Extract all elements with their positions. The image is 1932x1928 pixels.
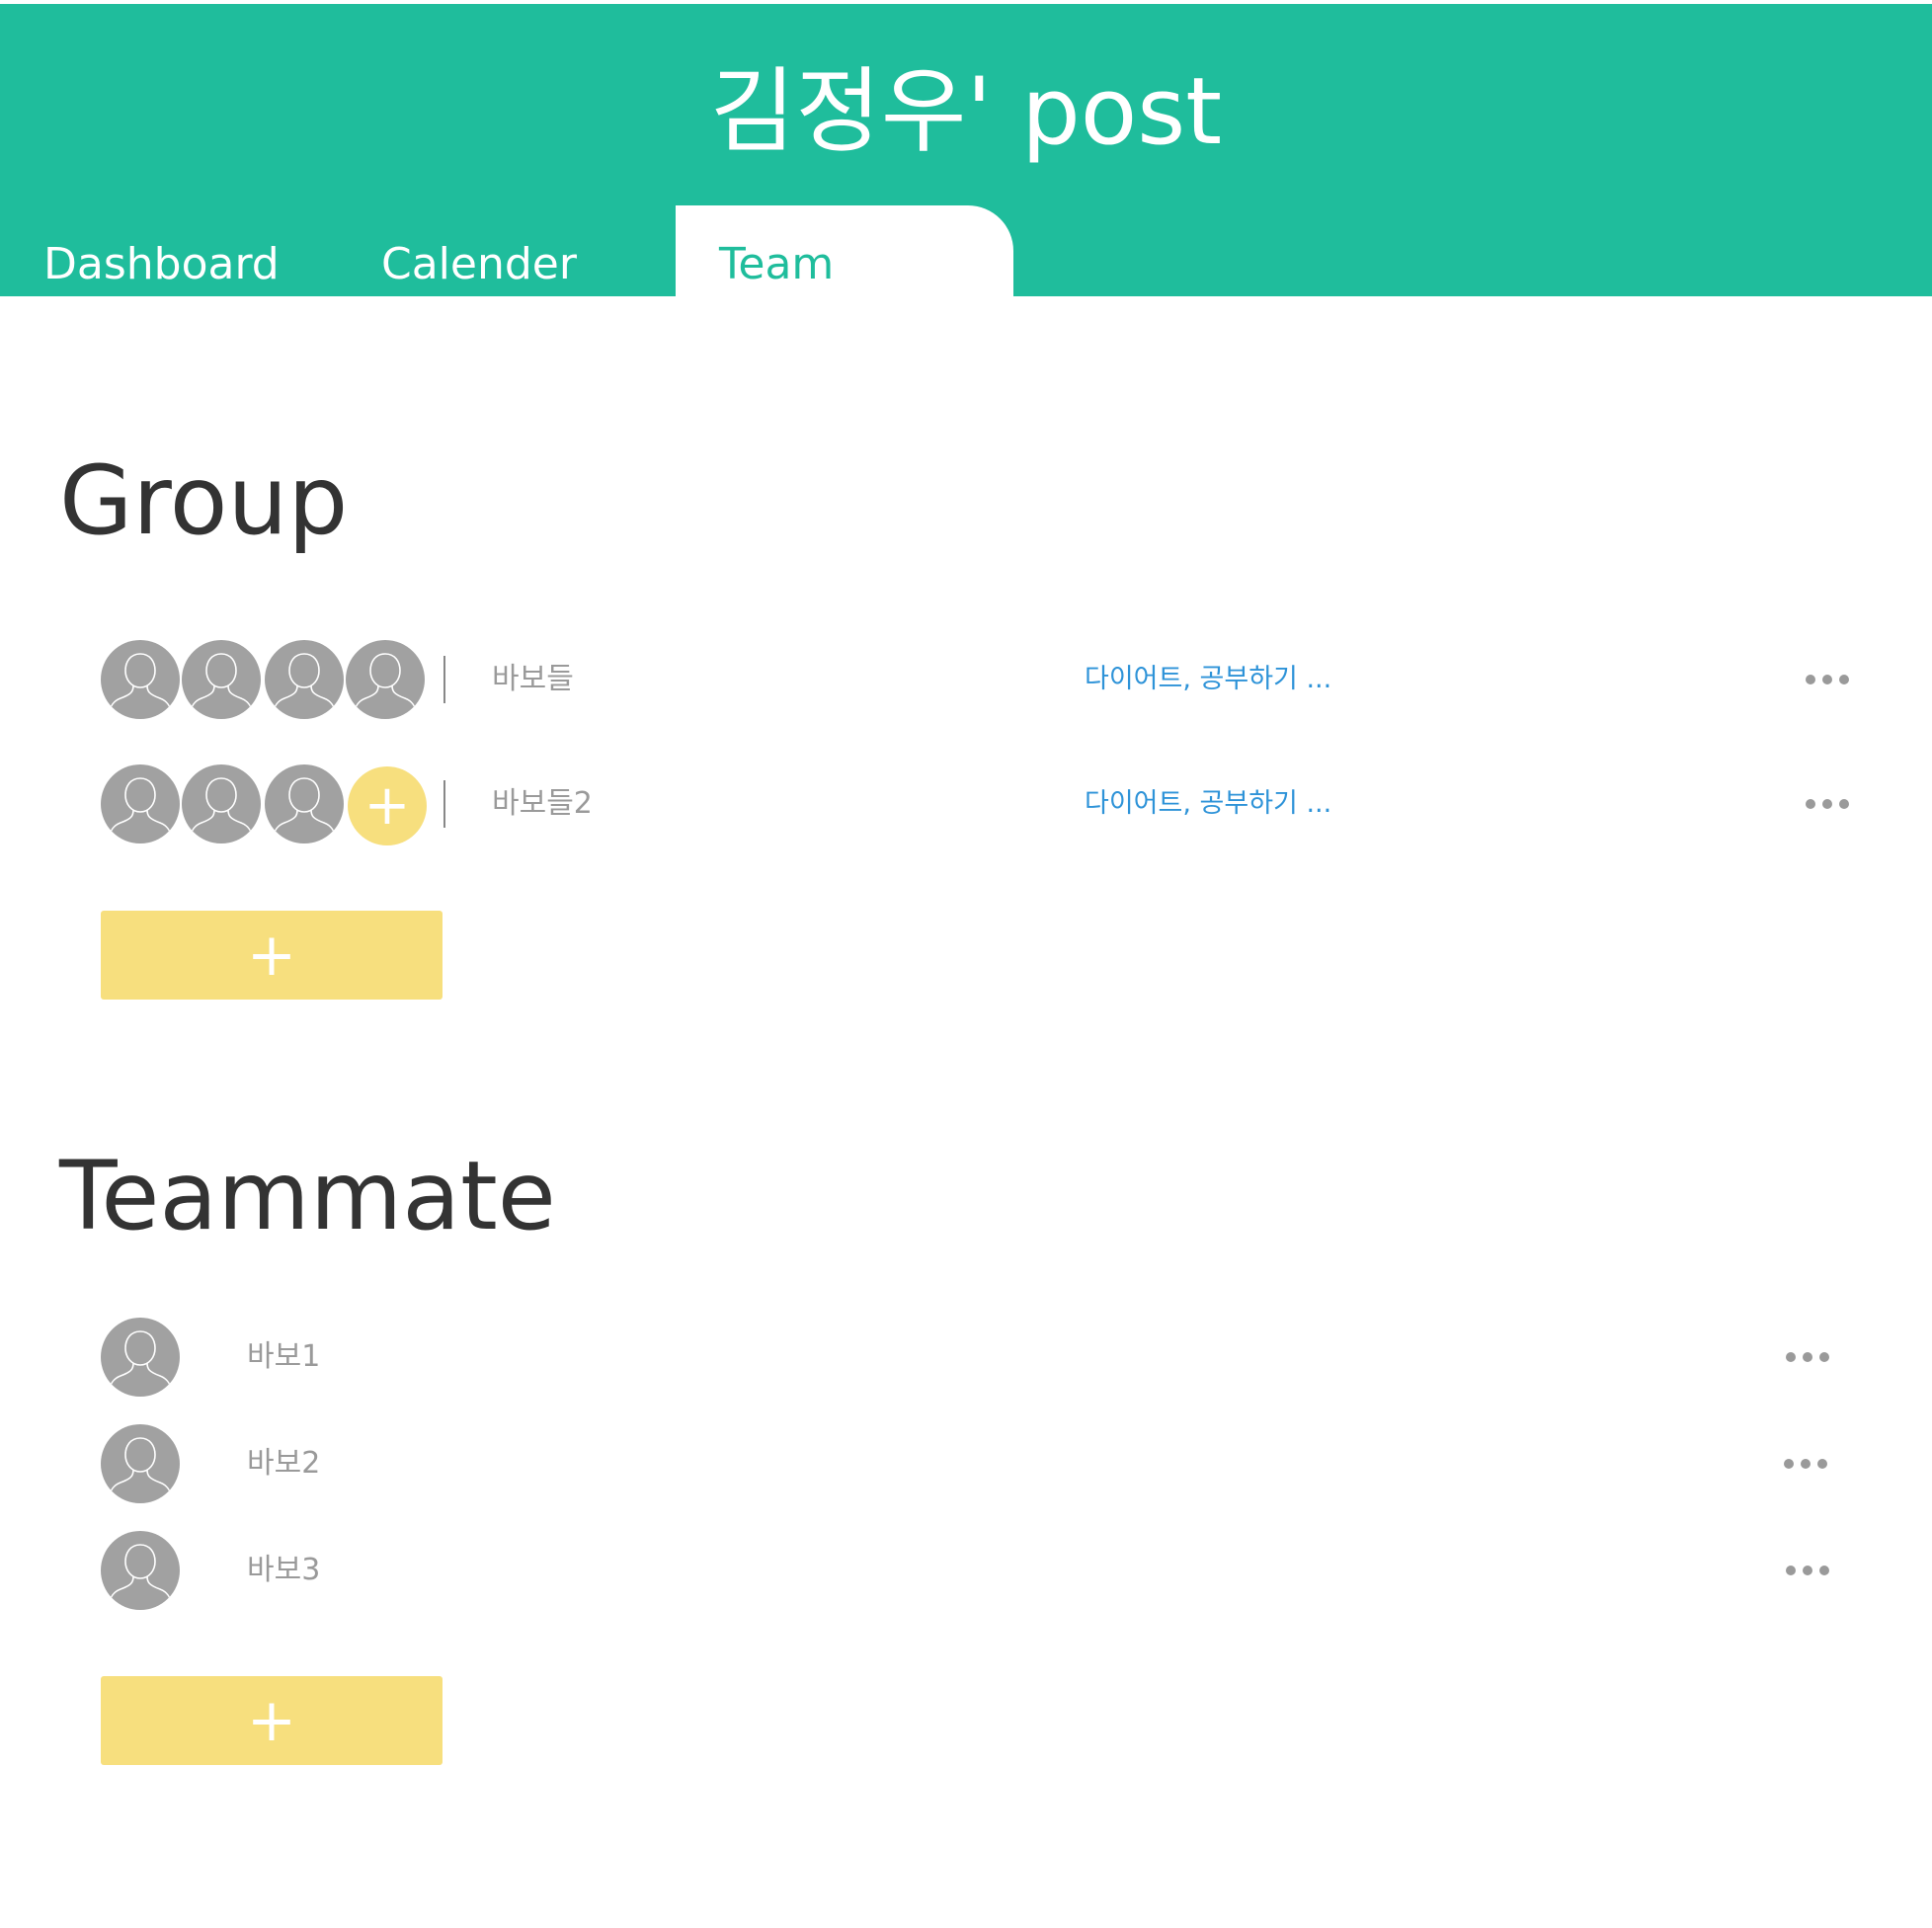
teammate-section-title: Teammate [59,1141,556,1251]
more-icon[interactable] [1806,792,1853,816]
group-tags[interactable]: 다이어트, 공부하기 ... [1085,660,1331,699]
divider [443,656,445,703]
avatar-icon [265,764,344,844]
group-tags[interactable]: 다이어트, 공부하기 ... [1085,784,1331,824]
avatar-icon [182,764,261,844]
add-teammate-button[interactable]: + [101,1676,443,1765]
avatar-icon [101,764,180,844]
avatar-icon [346,640,425,719]
avatar-icon [101,1424,180,1503]
teammate-name[interactable]: 바보3 [247,1551,320,1590]
avatar-icon [265,640,344,719]
add-group-button[interactable]: + [101,911,443,1000]
group-name[interactable]: 바보들2 [492,784,593,824]
teammate-name[interactable]: 바보2 [247,1444,320,1484]
more-icon[interactable] [1786,1345,1833,1369]
teammate-name[interactable]: 바보1 [247,1337,320,1377]
group-name[interactable]: 바보들 [492,660,574,699]
avatar-icon [101,1531,180,1610]
avatar-icon [101,1318,180,1397]
more-icon[interactable] [1786,1559,1833,1582]
more-icon[interactable] [1806,668,1853,691]
add-member-button[interactable]: + [348,766,427,845]
group-section-title: Group [59,445,349,556]
tab-calender[interactable]: Calender [381,235,577,294]
avatar-icon [182,640,261,719]
more-icon[interactable] [1784,1452,1831,1476]
tab-team[interactable]: Team [676,205,1013,296]
divider [443,780,445,828]
tab-dashboard[interactable]: Dashboard [43,235,280,294]
avatar-icon [101,640,180,719]
page-title: 김정우' post [709,58,1223,166]
